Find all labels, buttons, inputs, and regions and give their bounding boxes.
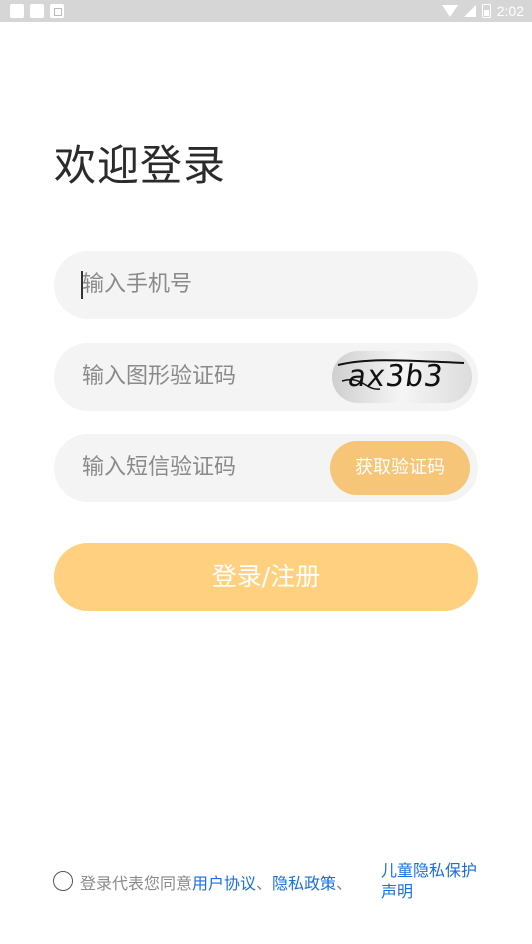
user-agreement-link[interactable]: 用户协议 bbox=[192, 874, 256, 893]
login-register-button[interactable]: 登录/注册 bbox=[54, 543, 478, 611]
signal-icon bbox=[463, 5, 476, 17]
sms-code-input[interactable] bbox=[82, 434, 312, 502]
agreement-row: 登录代表您同意用户协议、隐私政策、 儿童隐私保护声明 bbox=[53, 860, 483, 910]
system-icons: 2:02 bbox=[441, 0, 524, 22]
app-notification-icon bbox=[50, 4, 64, 18]
status-time: 2:02 bbox=[496, 3, 524, 19]
phone-field[interactable] bbox=[54, 251, 478, 319]
separator: 、 bbox=[336, 874, 353, 893]
agree-radio[interactable] bbox=[53, 871, 73, 891]
captcha-image[interactable]: ax3b3 bbox=[332, 351, 472, 403]
captcha-text: ax3b3 bbox=[345, 359, 446, 394]
agreement-prefix: 登录代表您同意 bbox=[80, 874, 193, 893]
children-privacy-link[interactable]: 儿童隐私保护声明 bbox=[381, 860, 481, 902]
agreement-text: 登录代表您同意用户协议、隐私政策、 bbox=[80, 870, 352, 894]
captcha-field[interactable]: ax3b3 bbox=[54, 343, 478, 411]
wifi-icon bbox=[441, 5, 458, 17]
get-code-button[interactable]: 获取验证码 bbox=[330, 441, 470, 495]
status-bar: 2:02 bbox=[0, 0, 532, 22]
privacy-policy-link[interactable]: 隐私政策 bbox=[272, 874, 336, 893]
separator: 、 bbox=[256, 874, 273, 893]
captcha-input[interactable] bbox=[82, 343, 312, 411]
sms-field[interactable]: 获取验证码 bbox=[54, 434, 478, 502]
notification-icon bbox=[10, 4, 24, 18]
notification-icons bbox=[10, 4, 64, 18]
battery-icon bbox=[481, 4, 491, 18]
phone-input[interactable] bbox=[82, 251, 312, 319]
notification-icon bbox=[30, 4, 44, 18]
page-title: 欢迎登录 bbox=[54, 141, 227, 190]
